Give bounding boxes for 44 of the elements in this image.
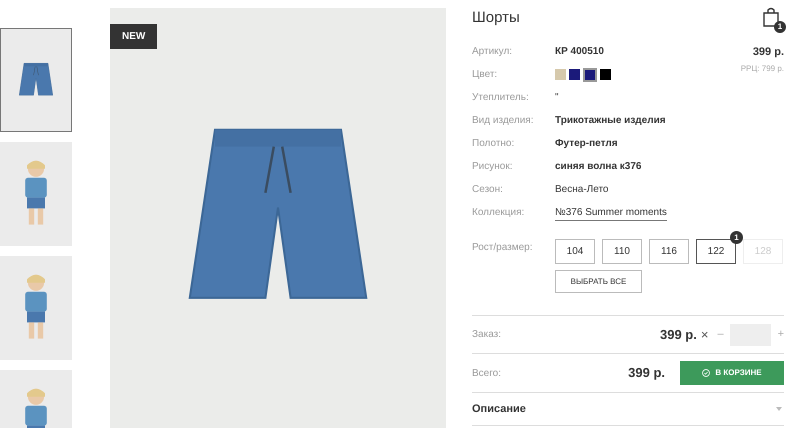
total-label: Всего: [472,366,502,380]
thumbnail[interactable] [0,142,72,246]
product-title: Шорты [472,8,520,28]
attribute-value: Футер-петля [555,137,618,151]
attribute-value: Весна-Лето [555,183,608,197]
attribute-label: Коллекция: [472,206,526,220]
color-swatch[interactable] [600,69,611,80]
multiply-sign: × [700,326,708,344]
in-cart-button[interactable]: В КОРЗИНЕ [680,361,784,385]
shopping-bag-icon [762,7,780,27]
collection-link[interactable]: №376 Summer moments [555,204,667,220]
new-badge: NEW [110,24,158,49]
color-swatch[interactable] [555,69,566,80]
thumbnail[interactable] [0,28,72,132]
order-price: 399 р. [660,326,697,344]
attribute-label: Утеплитель: [472,91,530,105]
attribute-label: Вид изделия: [472,114,534,128]
attribute-value: Трикотажные изделия [555,114,666,128]
cart-button[interactable]: 1 [762,7,784,31]
attribute-label: Рисунок: [472,160,514,174]
size-option[interactable]: 116 [649,239,689,264]
price: 399 р. [752,45,784,60]
thumbnail[interactable] [0,256,72,360]
order-label: Заказ: [472,328,502,342]
select-all-button[interactable]: ВЫБРАТЬ ВСЕ [555,270,642,293]
color-swatch[interactable] [583,68,597,82]
attribute-label: Артикул: [472,45,514,59]
size-option[interactable]: 104 [555,239,595,264]
description-accordion[interactable]: Описание [472,392,784,426]
attribute-label: Цвет: [472,68,498,82]
cart-count-badge: 1 [774,21,786,33]
attribute-value: " [555,91,559,105]
caret-icon [776,407,782,411]
attribute-label: Сезон: [472,183,504,197]
size-count-badge: 1 [730,231,743,244]
attribute-value: КР 400510 [555,45,604,59]
rrp-price: РРЦ: 799 р. [740,62,784,74]
color-swatch[interactable] [569,69,580,80]
size-label: Рост/размер: [472,241,534,255]
attribute-value: синяя волна к376 [555,160,642,174]
total-price: 399 р. [628,364,665,382]
check-circle-icon [702,369,710,377]
size-option[interactable]: 110 [602,239,642,264]
attribute-label: Полотно: [472,137,516,151]
